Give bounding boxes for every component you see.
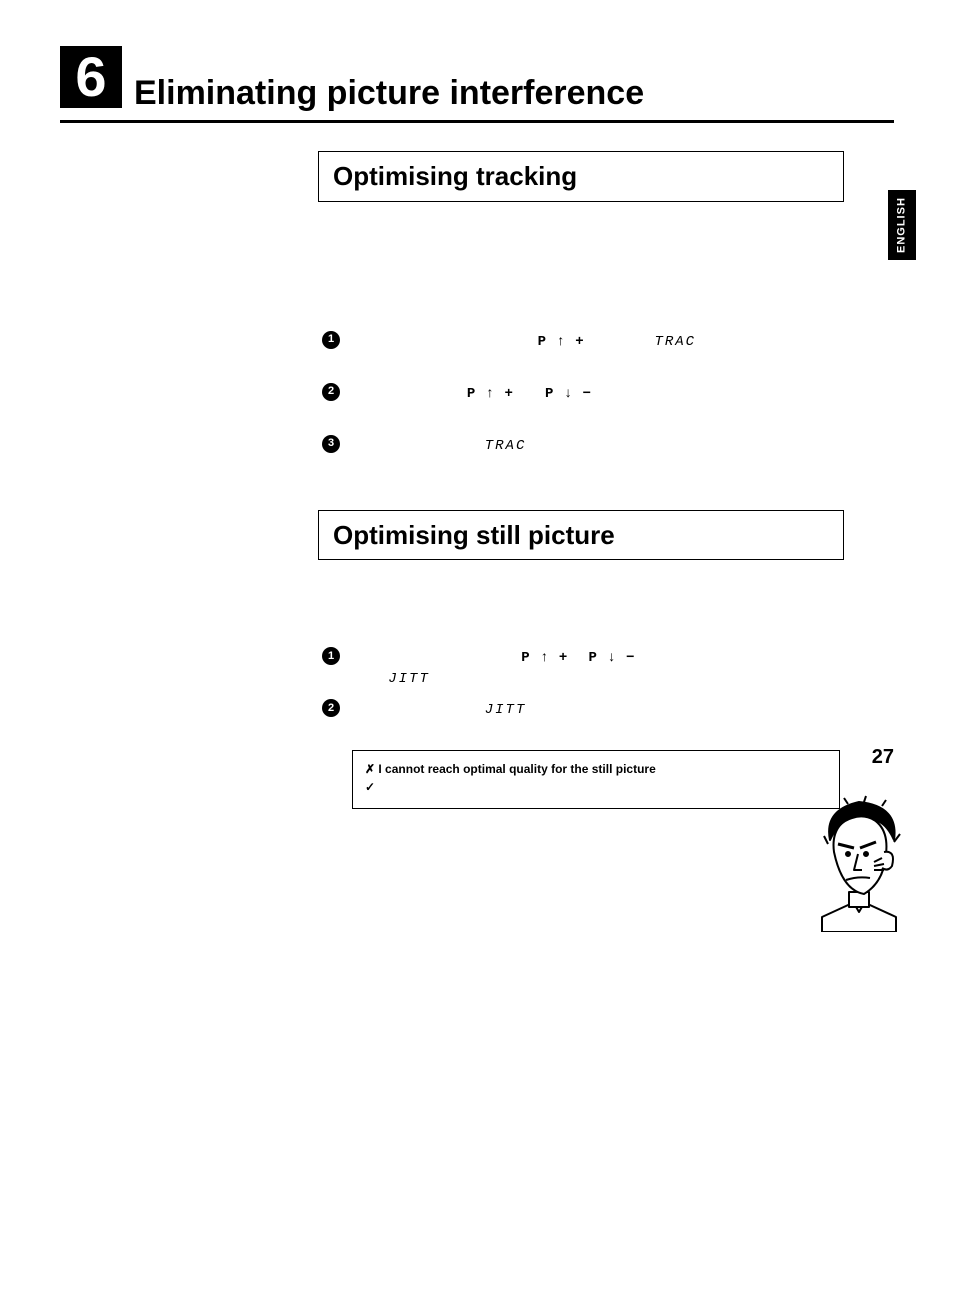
step-text: While playing the tape, press P ↑ +. The…	[354, 330, 840, 372]
tracking-intro: On playback, your Video Recorder adjusts…	[322, 220, 840, 304]
page-number: 27	[872, 746, 894, 769]
chapter-number: 6	[60, 46, 122, 108]
step-text: As soon as the word TRAC disappears from…	[354, 434, 840, 476]
trouble-answer: Try adjusting the tracking in slow-motio…	[365, 778, 827, 796]
p-down-minus-button-label: P ↓ −	[589, 650, 636, 666]
section-still: Optimising still picture This section te…	[318, 510, 844, 809]
bullet-icon: 1	[322, 647, 340, 665]
step-text: In still-picture mode, press P ↑ + or P …	[354, 646, 840, 688]
p-down-minus-button-label: P ↓ −	[545, 386, 592, 402]
section-tracking: Optimising tracking On playback, your Vi…	[318, 151, 844, 476]
bullet-icon: 1	[322, 331, 340, 349]
display-trac: TRAC	[654, 334, 696, 350]
section-title-still: Optimising still picture	[318, 510, 844, 561]
chapter-title: Eliminating picture interference	[134, 75, 644, 112]
chapter-header: 6 Eliminating picture interference	[60, 50, 894, 112]
still-step-2: 2 As soon as the word JITT disappears fr…	[322, 698, 840, 740]
section-title-tracking: Optimising tracking	[318, 151, 844, 202]
trouble-question: I cannot reach optimal quality for the s…	[365, 761, 827, 778]
page: 6 Eliminating picture interference ENGLI…	[0, 0, 954, 809]
tracking-step-3: 3 As soon as the word TRAC disappears fr…	[322, 434, 840, 476]
bullet-icon: 3	[322, 435, 340, 453]
display-trac: TRAC	[485, 438, 527, 454]
divider	[60, 120, 894, 123]
language-tab: ENGLISH	[888, 190, 916, 260]
tracking-step-2: 2 Using the buttons P ↑ + and P ↓ − adju…	[322, 382, 840, 424]
step-text: As soon as the word JITT disappears from…	[354, 698, 840, 740]
bullet-icon: 2	[322, 699, 340, 717]
display-jitt: JITT	[485, 702, 527, 718]
p-up-plus-button-label: P ↑ +	[538, 334, 585, 350]
still-step-1: 1 In still-picture mode, press P ↑ + or …	[322, 646, 840, 688]
cartoon-face-icon	[804, 792, 914, 932]
tracking-step-1: 1 While playing the tape, press P ↑ +. T…	[322, 330, 840, 372]
step-text: Using the buttons P ↑ + and P ↓ − adjust…	[354, 382, 840, 424]
troubleshoot-box: I cannot reach optimal quality for the s…	[352, 750, 840, 809]
p-up-plus-button-label: P ↑ +	[467, 386, 514, 402]
p-up-plus-button-label: P ↑ +	[521, 650, 568, 666]
display-jitt: JITT	[388, 671, 430, 687]
still-intro: This section tells you how to go about c…	[322, 578, 840, 620]
bullet-icon: 2	[322, 383, 340, 401]
